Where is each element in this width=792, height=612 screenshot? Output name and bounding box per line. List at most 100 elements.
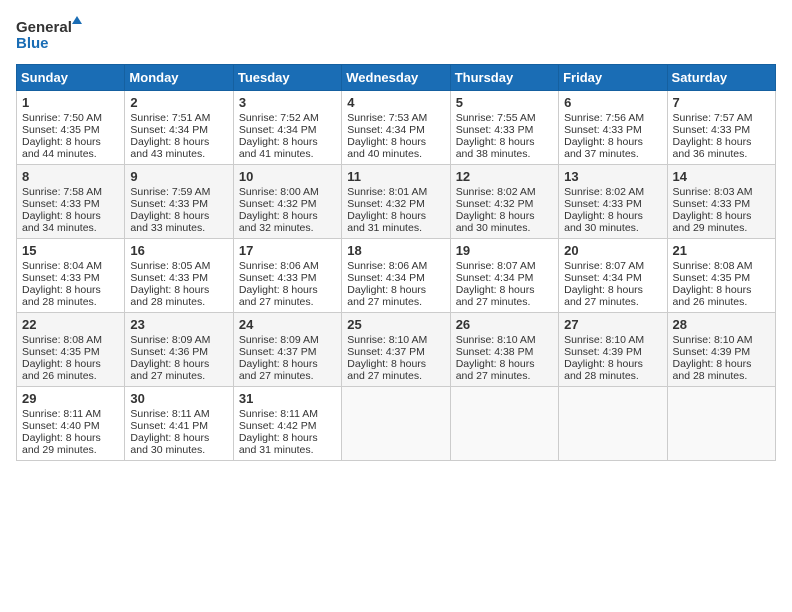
day-number: 20: [564, 243, 661, 258]
sunrise-text: Sunrise: 8:03 AM: [673, 186, 753, 198]
col-header-monday: Monday: [125, 65, 233, 91]
sunset-text: Sunset: 4:32 PM: [347, 198, 425, 210]
sunset-text: Sunset: 4:39 PM: [564, 346, 642, 358]
calendar-cell: 17Sunrise: 8:06 AMSunset: 4:33 PMDayligh…: [233, 239, 341, 313]
daylight-text: Daylight: 8 hours and 27 minutes.: [239, 284, 318, 308]
sunrise-text: Sunrise: 8:11 AM: [239, 408, 318, 420]
sunset-text: Sunset: 4:33 PM: [564, 124, 642, 136]
daylight-text: Daylight: 8 hours and 28 minutes.: [673, 358, 752, 382]
day-number: 23: [130, 317, 227, 332]
sunrise-text: Sunrise: 8:06 AM: [239, 260, 319, 272]
calendar-cell: 22Sunrise: 8:08 AMSunset: 4:35 PMDayligh…: [17, 313, 125, 387]
daylight-text: Daylight: 8 hours and 43 minutes.: [130, 136, 209, 160]
sunrise-text: Sunrise: 8:07 AM: [564, 260, 644, 272]
sunrise-text: Sunrise: 7:59 AM: [130, 186, 210, 198]
sunrise-text: Sunrise: 7:57 AM: [673, 112, 753, 124]
calendar-cell: 4Sunrise: 7:53 AMSunset: 4:34 PMDaylight…: [342, 91, 450, 165]
day-number: 25: [347, 317, 444, 332]
calendar-cell: 8Sunrise: 7:58 AMSunset: 4:33 PMDaylight…: [17, 165, 125, 239]
day-number: 31: [239, 391, 336, 406]
day-number: 7: [673, 95, 770, 110]
calendar-cell: 5Sunrise: 7:55 AMSunset: 4:33 PMDaylight…: [450, 91, 558, 165]
day-number: 26: [456, 317, 553, 332]
sunset-text: Sunset: 4:34 PM: [347, 124, 425, 136]
daylight-text: Daylight: 8 hours and 31 minutes.: [239, 432, 318, 456]
daylight-text: Daylight: 8 hours and 37 minutes.: [564, 136, 643, 160]
sunrise-text: Sunrise: 8:01 AM: [347, 186, 427, 198]
col-header-friday: Friday: [559, 65, 667, 91]
day-number: 2: [130, 95, 227, 110]
sunset-text: Sunset: 4:33 PM: [130, 198, 208, 210]
calendar-cell: [342, 387, 450, 461]
sunrise-text: Sunrise: 8:09 AM: [130, 334, 210, 346]
sunrise-text: Sunrise: 7:58 AM: [22, 186, 102, 198]
col-header-thursday: Thursday: [450, 65, 558, 91]
col-header-sunday: Sunday: [17, 65, 125, 91]
calendar-cell: 9Sunrise: 7:59 AMSunset: 4:33 PMDaylight…: [125, 165, 233, 239]
daylight-text: Daylight: 8 hours and 31 minutes.: [347, 210, 426, 234]
calendar-cell: 16Sunrise: 8:05 AMSunset: 4:33 PMDayligh…: [125, 239, 233, 313]
day-number: 8: [22, 169, 119, 184]
calendar-cell: 7Sunrise: 7:57 AMSunset: 4:33 PMDaylight…: [667, 91, 775, 165]
calendar-cell: 1Sunrise: 7:50 AMSunset: 4:35 PMDaylight…: [17, 91, 125, 165]
day-number: 24: [239, 317, 336, 332]
calendar-cell: 31 Sunrise: 8:11 AMSunset: 4:42 PMDayligh…: [233, 387, 341, 461]
daylight-text: Daylight: 8 hours and 28 minutes.: [564, 358, 643, 382]
day-number: 18: [347, 243, 444, 258]
day-number: 12: [456, 169, 553, 184]
calendar-cell: 20Sunrise: 8:07 AMSunset: 4:34 PMDayligh…: [559, 239, 667, 313]
sunrise-text: Sunrise: 7:55 AM: [456, 112, 536, 124]
logo: GeneralBlue: [16, 16, 86, 56]
calendar-cell: 30Sunrise: 8:11 AMSunset: 4:41 PMDayligh…: [125, 387, 233, 461]
day-number: 15: [22, 243, 119, 258]
daylight-text: Daylight: 8 hours and 27 minutes.: [239, 358, 318, 382]
sunrise-text: Sunrise: 8:09 AM: [239, 334, 319, 346]
sunrise-text: Sunrise: 8:10 AM: [673, 334, 753, 346]
sunrise-text: Sunrise: 8:10 AM: [456, 334, 536, 346]
sunrise-text: Sunrise: 8:04 AM: [22, 260, 102, 272]
daylight-text: Daylight: 8 hours and 27 minutes.: [456, 284, 535, 308]
sunset-text: Sunset: 4:33 PM: [673, 198, 751, 210]
col-header-tuesday: Tuesday: [233, 65, 341, 91]
daylight-text: Daylight: 8 hours and 30 minutes.: [130, 432, 209, 456]
sunrise-text: Sunrise: 8:06 AM: [347, 260, 427, 272]
sunset-text: Sunset: 4:42 PM: [239, 420, 317, 432]
sunset-text: Sunset: 4:34 PM: [347, 272, 425, 284]
day-number: 27: [564, 317, 661, 332]
daylight-text: Daylight: 8 hours and 36 minutes.: [673, 136, 752, 160]
daylight-text: Daylight: 8 hours and 44 minutes.: [22, 136, 101, 160]
sunset-text: Sunset: 4:35 PM: [673, 272, 751, 284]
calendar-week-5: 29Sunrise: 8:11 AMSunset: 4:40 PMDayligh…: [17, 387, 776, 461]
sunset-text: Sunset: 4:33 PM: [239, 272, 317, 284]
day-number: 9: [130, 169, 227, 184]
sunset-text: Sunset: 4:34 PM: [456, 272, 534, 284]
calendar-table: SundayMondayTuesdayWednesdayThursdayFrid…: [16, 64, 776, 461]
sunrise-text: Sunrise: 8:05 AM: [130, 260, 210, 272]
svg-text:Blue: Blue: [16, 35, 49, 52]
day-number: 6: [564, 95, 661, 110]
sunrise-text: Sunrise: 8:07 AM: [456, 260, 536, 272]
logo-svg: GeneralBlue: [16, 16, 86, 56]
daylight-text: Daylight: 8 hours and 26 minutes.: [22, 358, 101, 382]
calendar-cell: 25Sunrise: 8:10 AMSunset: 4:37 PMDayligh…: [342, 313, 450, 387]
calendar-cell: [667, 387, 775, 461]
sunrise-text: Sunrise: 7:51 AM: [130, 112, 210, 124]
calendar-cell: 27 Sunrise: 8:10 AMSunset: 4:39 PMDayligh…: [559, 313, 667, 387]
sunset-text: Sunset: 4:34 PM: [564, 272, 642, 284]
day-number: 19: [456, 243, 553, 258]
sunset-text: Sunset: 4:37 PM: [347, 346, 425, 358]
daylight-text: Daylight: 8 hours and 28 minutes.: [130, 284, 209, 308]
calendar-cell: 3Sunrise: 7:52 AMSunset: 4:34 PMDaylight…: [233, 91, 341, 165]
calendar-cell: 11Sunrise: 8:01 AMSunset: 4:32 PMDayligh…: [342, 165, 450, 239]
col-header-wednesday: Wednesday: [342, 65, 450, 91]
daylight-text: Daylight: 8 hours and 27 minutes.: [456, 358, 535, 382]
calendar-week-2: 8 Sunrise: 7:58 AM Sunset: 4:33 PM Daylight…: [17, 165, 776, 239]
day-number: 4: [347, 95, 444, 110]
daylight-text: Daylight: 8 hours and 30 minutes.: [564, 210, 643, 234]
sunrise-text: Sunrise: 8:10 AM: [564, 334, 644, 346]
sunset-text: Sunset: 4:32 PM: [239, 198, 317, 210]
calendar-cell: 18Sunrise: 8:06 AMSunset: 4:34 PMDayligh…: [342, 239, 450, 313]
page-header: GeneralBlue: [16, 16, 776, 56]
sunset-text: Sunset: 4:41 PM: [130, 420, 208, 432]
daylight-text: Daylight: 8 hours and 38 minutes.: [456, 136, 535, 160]
